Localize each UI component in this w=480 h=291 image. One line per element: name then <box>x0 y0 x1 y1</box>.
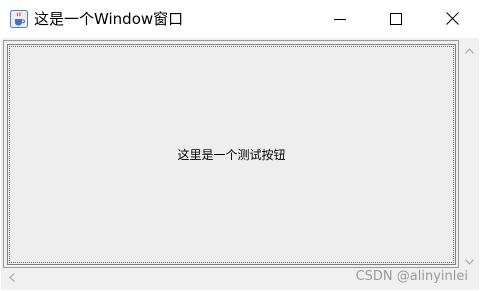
scroll-left-button[interactable] <box>3 268 20 285</box>
title-bar[interactable]: 这是一个Window窗口 <box>0 0 480 38</box>
close-button[interactable] <box>424 0 480 38</box>
test-button-label: 这里是一个测试按钮 <box>177 148 286 162</box>
maximize-button[interactable] <box>368 0 424 38</box>
java-cup-icon[interactable] <box>10 10 28 28</box>
client-area: 这里是一个测试按钮 <box>1 38 479 290</box>
window-title: 这是一个Window窗口 <box>34 10 184 28</box>
app-window: 这是一个Window窗口 这里是一个测试按钮 CSDN @alinyinlei <box>0 0 480 291</box>
chevron-down-icon <box>465 250 474 269</box>
vertical-scrollbar[interactable] <box>461 40 478 268</box>
chevron-up-icon <box>465 39 474 58</box>
minimize-icon <box>334 10 346 29</box>
scroll-viewport: 这里是一个测试按钮 <box>3 40 459 268</box>
test-button[interactable]: 这里是一个测试按钮 <box>7 44 456 265</box>
scroll-down-button[interactable] <box>461 251 478 268</box>
watermark-text: CSDN @alinyinlei <box>355 269 468 284</box>
chevron-left-icon <box>8 267 15 286</box>
close-icon <box>445 10 459 29</box>
minimize-button[interactable] <box>312 0 368 38</box>
maximize-icon <box>390 10 402 29</box>
scroll-up-button[interactable] <box>461 40 478 57</box>
